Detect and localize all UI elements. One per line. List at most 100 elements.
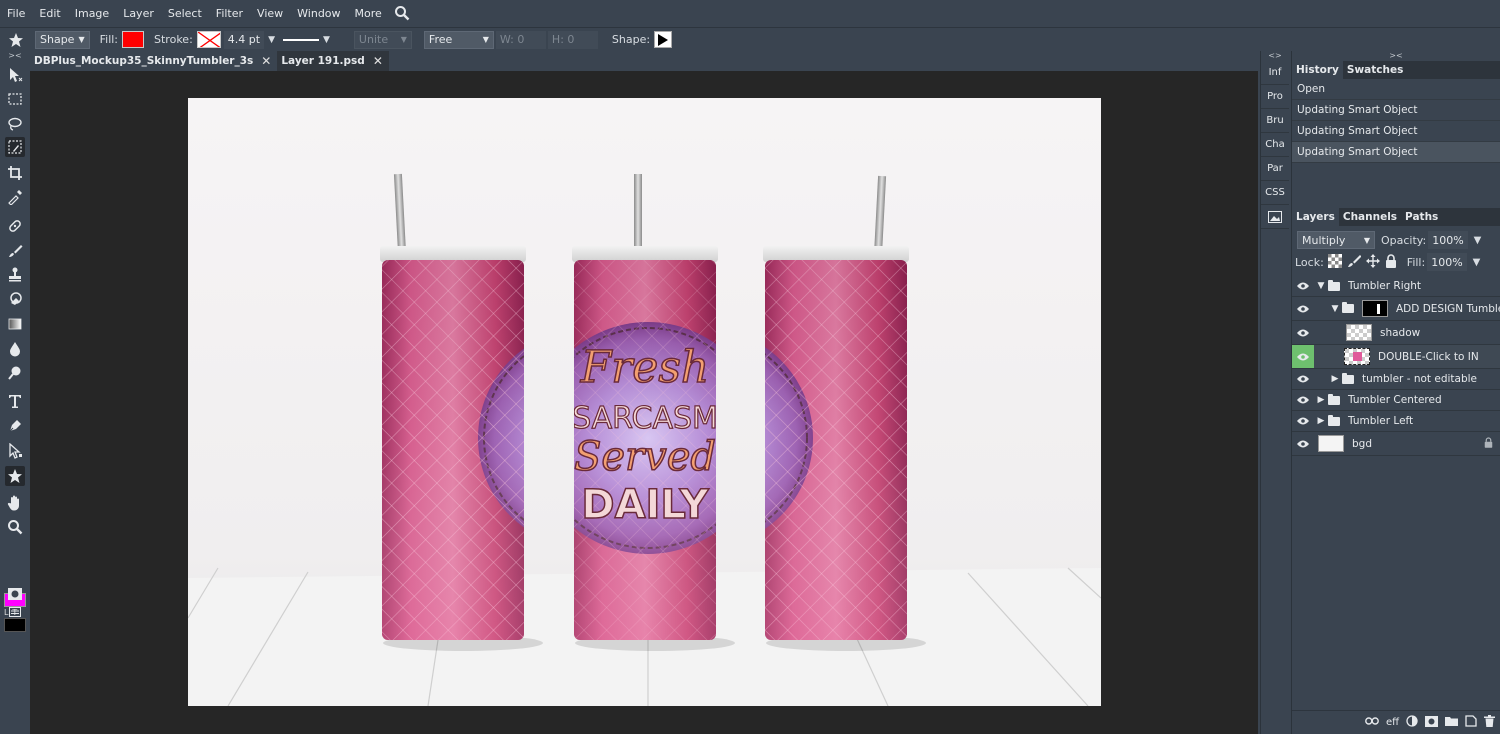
shape-picker[interactable] xyxy=(654,31,673,48)
eraser-tool-icon[interactable] xyxy=(5,289,25,309)
text-tool-icon[interactable] xyxy=(5,391,25,411)
blend-mode-dropdown[interactable]: Multiply ▼ xyxy=(1297,231,1375,249)
zoom-tool-icon[interactable] xyxy=(5,517,25,537)
quick-selection-tool-icon[interactable] xyxy=(5,137,25,157)
eye-icon[interactable] xyxy=(1292,276,1314,296)
quick-mask-icon[interactable] xyxy=(5,584,25,604)
healing-brush-tool-icon[interactable] xyxy=(5,216,25,236)
menu-edit[interactable]: Edit xyxy=(32,7,67,20)
new-layer-icon[interactable] xyxy=(1465,715,1477,730)
menu-more[interactable]: More xyxy=(348,7,389,20)
eyedropper-tool-icon[interactable] xyxy=(5,187,25,207)
path-selection-tool-icon[interactable] xyxy=(5,441,25,461)
image-canvas[interactable]: Fresh SARCASM Served DAILY xyxy=(188,98,1101,706)
link-layers-icon[interactable] xyxy=(1365,717,1379,728)
crop-tool-icon[interactable] xyxy=(5,163,25,183)
add-mask-icon[interactable] xyxy=(1425,715,1438,730)
menu-filter[interactable]: Filter xyxy=(209,7,250,20)
mini-panel-properties[interactable]: Pro xyxy=(1261,85,1289,109)
expand-arrow-icon[interactable]: ▼ xyxy=(1314,281,1328,291)
fill-caret-icon[interactable]: ▼ xyxy=(1473,257,1481,268)
history-item[interactable]: Updating Smart Object xyxy=(1292,142,1500,163)
panel-collapse-grip[interactable]: <> xyxy=(1261,51,1289,61)
move-tool-icon[interactable] xyxy=(5,65,25,85)
screen-mode-icon[interactable] xyxy=(5,602,25,622)
layer-thumbnail[interactable] xyxy=(1346,324,1372,341)
collapse-arrow-icon[interactable]: ▶ xyxy=(1314,395,1328,405)
opacity-caret-icon[interactable]: ▼ xyxy=(1474,235,1482,246)
stroke-line-style[interactable] xyxy=(283,38,319,41)
tab-history[interactable]: History xyxy=(1292,61,1343,79)
history-item[interactable]: Open xyxy=(1292,79,1500,100)
dodge-tool-icon[interactable] xyxy=(5,363,25,383)
layer-row[interactable]: shadow xyxy=(1292,321,1500,345)
blur-tool-icon[interactable] xyxy=(5,339,25,359)
expand-arrow-icon[interactable]: ▼ xyxy=(1328,304,1342,314)
eye-icon[interactable] xyxy=(1292,432,1314,455)
layer-row[interactable]: ▼ Tumbler Right xyxy=(1292,276,1500,297)
stroke-color-swatch[interactable] xyxy=(196,31,221,48)
eye-icon[interactable] xyxy=(1292,297,1314,320)
delete-layer-trash-icon[interactable] xyxy=(1484,715,1495,730)
gradient-tool-icon[interactable] xyxy=(5,314,25,334)
tab-paths[interactable]: Paths xyxy=(1401,208,1442,226)
adjustment-layer-icon[interactable] xyxy=(1406,715,1418,730)
menu-window[interactable]: Window xyxy=(290,7,347,20)
mini-panel-image-icon[interactable] xyxy=(1261,205,1289,229)
mini-panel-paragraph[interactable]: Par xyxy=(1261,157,1289,181)
width-field[interactable]: W: 0 xyxy=(495,30,546,49)
menu-view[interactable]: View xyxy=(250,7,290,20)
line-style-caret-icon[interactable]: ▼ xyxy=(323,35,330,45)
tab-swatches[interactable]: Swatches xyxy=(1343,61,1407,79)
opacity-field[interactable]: 100% xyxy=(1428,231,1468,249)
lock-position-move-icon[interactable] xyxy=(1365,253,1380,271)
layer-row[interactable]: ▶ Tumbler Centered xyxy=(1292,390,1500,411)
combine-dropdown[interactable]: Unite ▼ xyxy=(353,30,412,49)
fill-color-swatch[interactable] xyxy=(122,31,145,48)
menu-image[interactable]: Image xyxy=(68,7,116,20)
layer-fill-field[interactable]: 100% xyxy=(1427,253,1467,271)
lock-all-icon[interactable] xyxy=(1385,253,1397,271)
tab-layers[interactable]: Layers xyxy=(1292,208,1339,226)
layer-effects-button[interactable]: eff xyxy=(1386,717,1399,728)
shape-tool-icon[interactable] xyxy=(5,466,25,486)
search-icon[interactable] xyxy=(393,4,411,22)
new-group-folder-icon[interactable] xyxy=(1445,716,1458,729)
close-icon[interactable]: ✕ xyxy=(261,54,271,68)
collapse-arrow-icon[interactable]: ▶ xyxy=(1328,374,1342,384)
tool-mode-dropdown[interactable]: Shape ▼ xyxy=(35,30,90,49)
mini-panel-css[interactable]: CSS xyxy=(1261,181,1289,205)
doc-tab-mockup[interactable]: DBPlus_Mockup35_SkinnyTumbler_3s ✕ xyxy=(30,51,278,71)
layer-row[interactable]: ▶ tumbler - not editable xyxy=(1292,369,1500,390)
eye-icon[interactable] xyxy=(1292,411,1314,431)
menu-select[interactable]: Select xyxy=(161,7,209,20)
layer-row[interactable]: ▶ Tumbler Left xyxy=(1292,411,1500,432)
eye-icon[interactable] xyxy=(1292,321,1314,344)
history-item[interactable]: Updating Smart Object xyxy=(1292,100,1500,121)
mini-panel-character[interactable]: Cha xyxy=(1261,133,1289,157)
panel-collapse-grip[interactable]: >< xyxy=(1292,51,1500,61)
mini-panel-info[interactable]: Inf xyxy=(1261,61,1289,85)
doc-tab-layer191[interactable]: Layer 191.psd ✕ xyxy=(277,51,389,71)
layer-row[interactable]: ▼ ADD DESIGN Tumbler xyxy=(1292,297,1500,321)
stroke-width-field[interactable]: 4.4 pt xyxy=(223,30,265,49)
layer-mask-thumbnail[interactable] xyxy=(1362,300,1388,317)
brush-tool-icon[interactable] xyxy=(5,241,25,261)
lasso-tool-icon[interactable] xyxy=(5,114,25,134)
tab-channels[interactable]: Channels xyxy=(1339,208,1401,226)
layer-row[interactable]: DOUBLE-Click to IN xyxy=(1292,345,1500,369)
marquee-tool-icon[interactable] xyxy=(5,89,25,109)
eye-icon[interactable] xyxy=(1292,345,1314,368)
history-item[interactable]: Updating Smart Object xyxy=(1292,121,1500,142)
eye-icon[interactable] xyxy=(1292,369,1314,389)
lock-transparency-icon[interactable] xyxy=(1327,253,1342,271)
hand-tool-icon[interactable] xyxy=(5,493,25,513)
mini-panel-brush[interactable]: Bru xyxy=(1261,109,1289,133)
layer-thumbnail[interactable] xyxy=(1318,435,1344,452)
eye-icon[interactable] xyxy=(1292,390,1314,410)
menu-layer[interactable]: Layer xyxy=(116,7,161,20)
height-field[interactable]: H: 0 xyxy=(547,30,598,49)
collapse-arrow-icon[interactable]: ▶ xyxy=(1314,416,1328,426)
pen-tool-icon[interactable] xyxy=(5,416,25,436)
clone-stamp-tool-icon[interactable] xyxy=(5,264,25,284)
